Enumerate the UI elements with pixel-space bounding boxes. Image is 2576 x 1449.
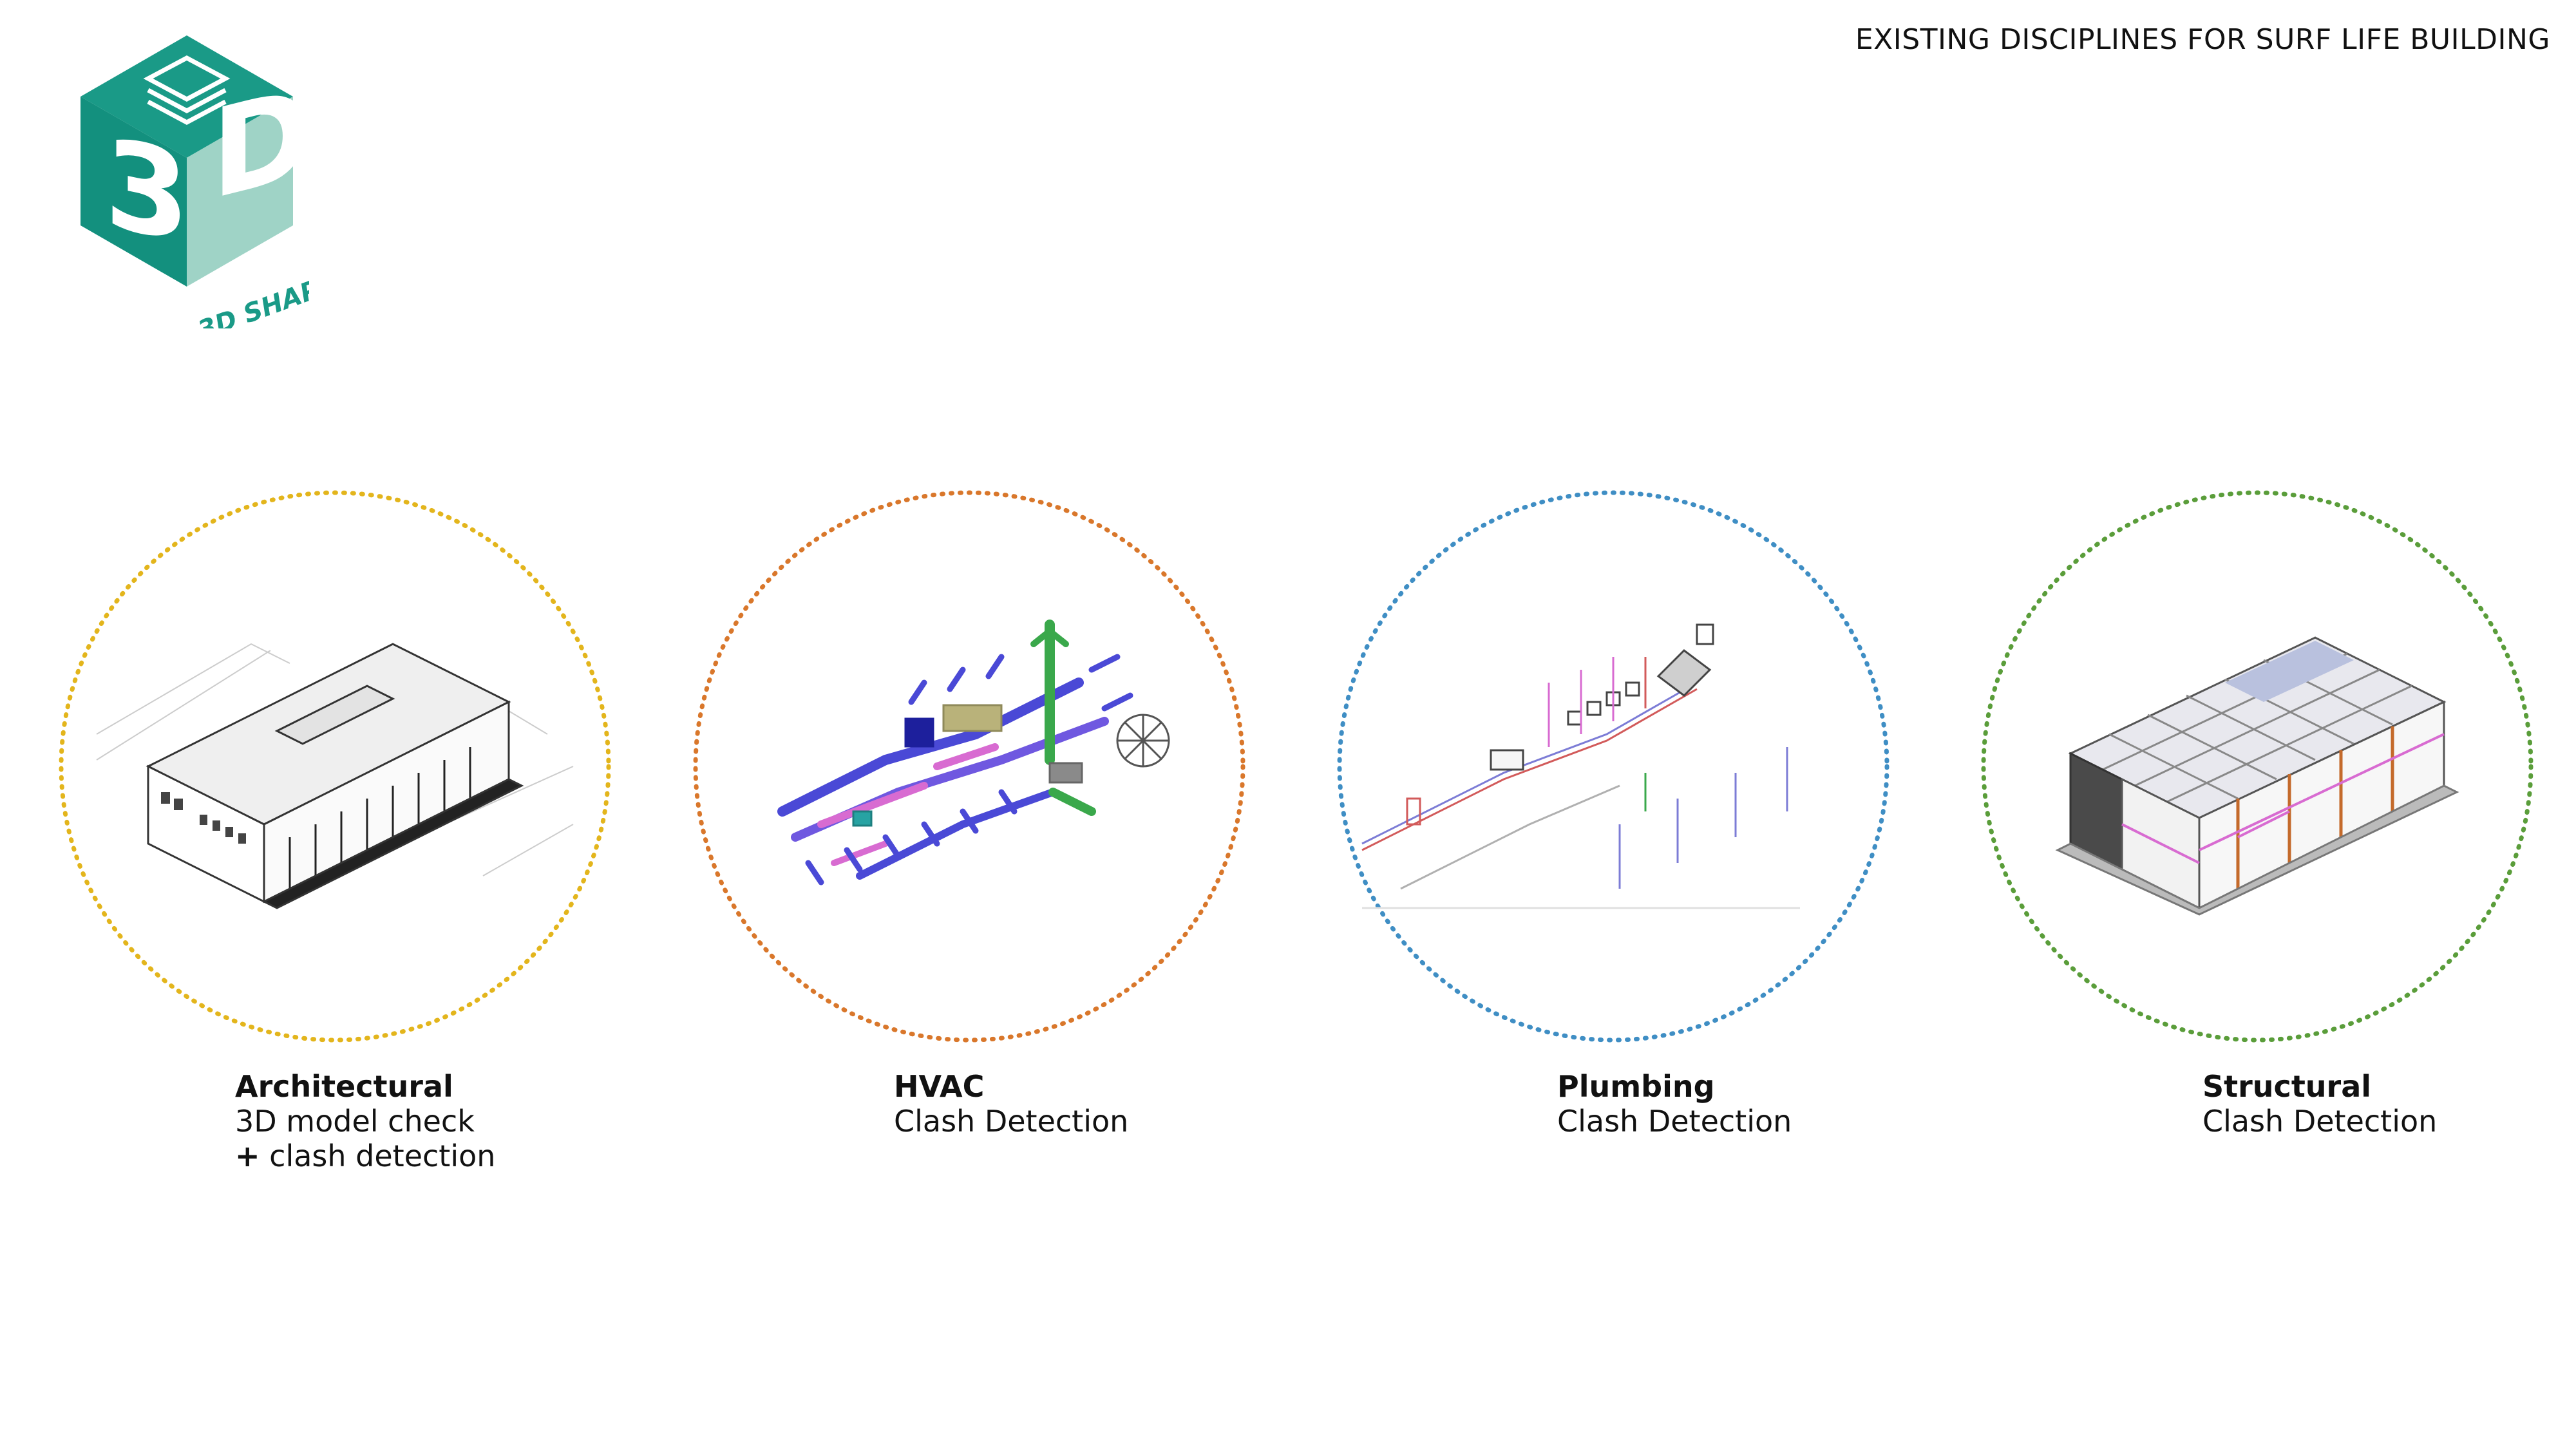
3d-shape-logo: 3 D 3D SHAPE [64,32,340,346]
plus-sign: + [235,1139,260,1173]
architectural-caption: Architectural 3D model check + clash det… [235,1069,495,1173]
structural-title: Structural [2202,1069,2372,1104]
plumbing-pipework-icon [1361,623,1800,909]
architectural-title: Architectural [235,1069,453,1104]
architectural-circle [58,489,612,1043]
logo-subtitle: 3D SHAPE [194,269,309,328]
architectural-line2: clash detection [260,1139,496,1173]
hvac-line1: Clash Detection [894,1104,1129,1139]
hvac-caption: HVAC Clash Detection [894,1069,1128,1139]
hvac-ductwork-icon [777,620,1170,886]
structural-line1: Clash Detection [2202,1104,2438,1139]
hvac-title: HVAC [894,1069,985,1104]
architectural-building-icon [96,643,574,909]
plumbing-circle [1336,489,1890,1043]
svg-text:D: D [211,60,309,228]
structural-caption: Structural Clash Detection [2202,1069,2437,1139]
architectural-line2-wrap: + clash detection [235,1139,495,1173]
hvac-circle [692,489,1246,1043]
page-title: EXISTING DISCIPLINES FOR SURF LIFE BUILD… [1855,23,2550,56]
plumbing-line1: Clash Detection [1557,1104,1792,1139]
plumbing-title: Plumbing [1557,1069,1715,1104]
plumbing-caption: Plumbing Clash Detection [1557,1069,1792,1139]
svg-text:3: 3 [104,111,189,272]
structural-circle [1980,489,2534,1043]
structural-frame-icon [2055,636,2459,916]
architectural-line1: 3D model check [235,1104,475,1139]
